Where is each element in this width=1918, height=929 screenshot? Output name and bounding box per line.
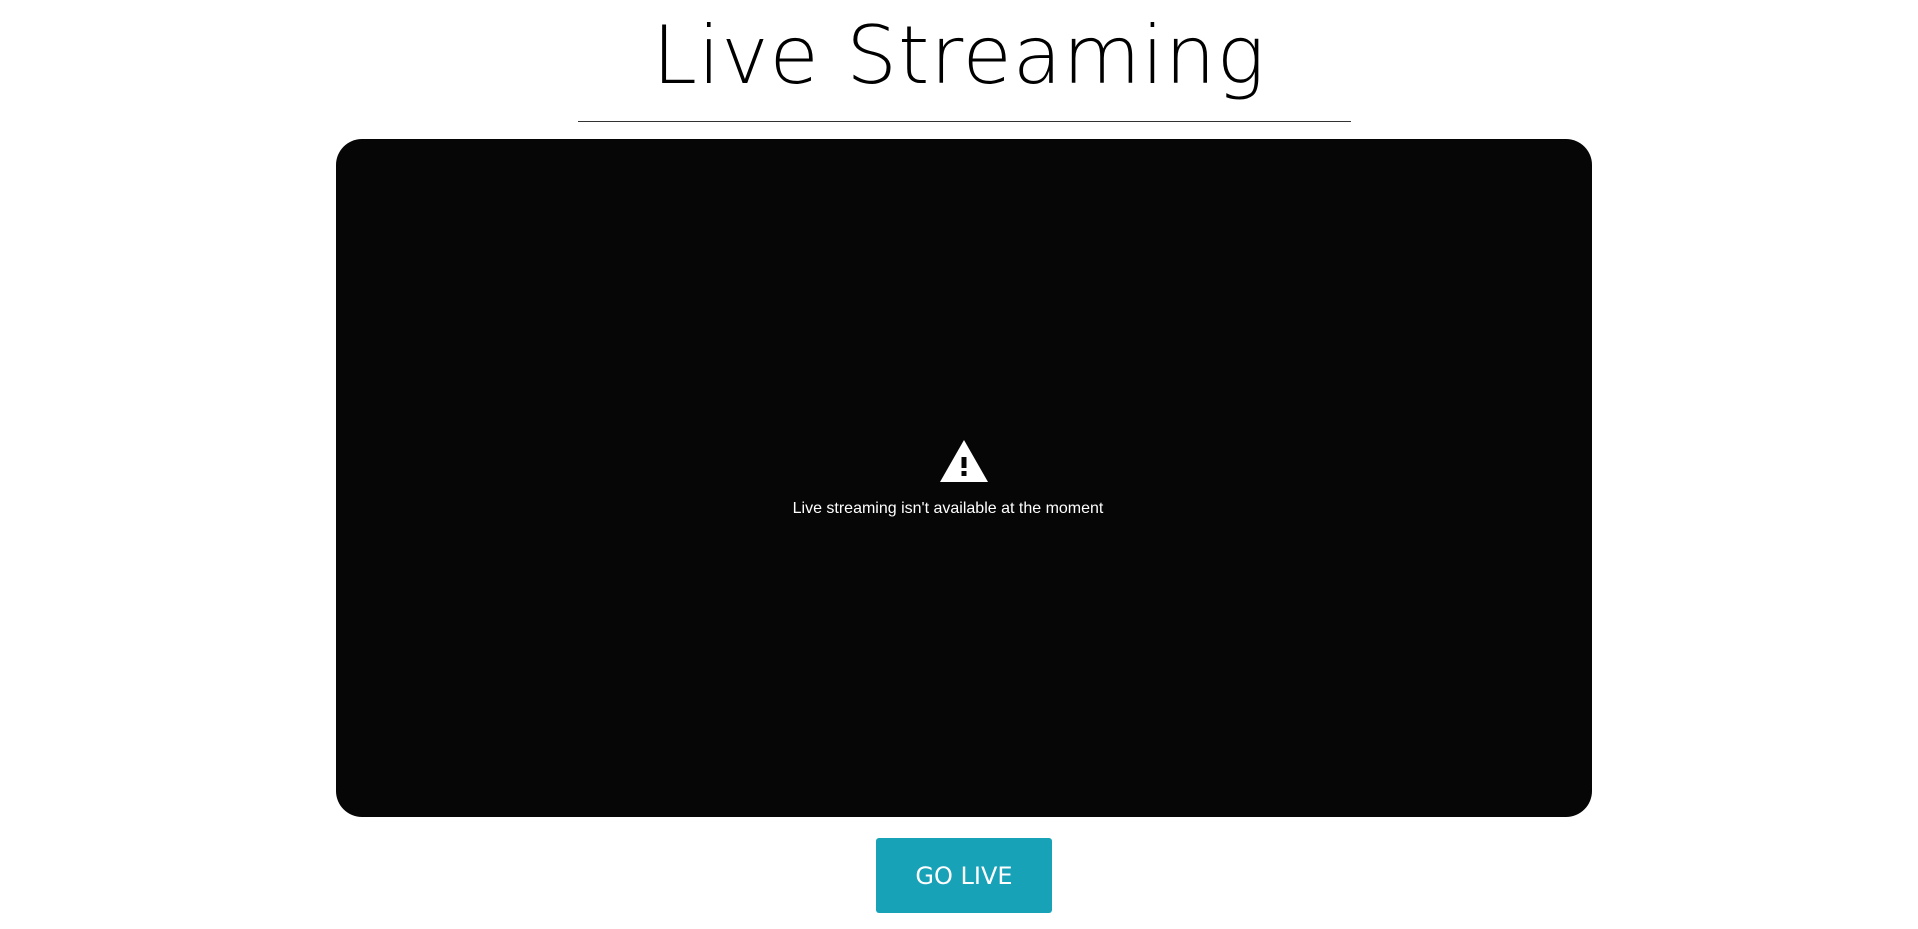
title-divider — [578, 121, 1351, 122]
go-live-button[interactable]: GO LIVE — [876, 838, 1052, 913]
video-error-message: Live streaming isn't available at the mo… — [792, 500, 1104, 517]
video-error-overlay: Live streaming isn't available at the mo… — [336, 439, 1592, 519]
page-title: Live Streaming — [652, 9, 1266, 102]
warning-icon — [939, 439, 989, 483]
video-player[interactable]: Live streaming isn't available at the mo… — [336, 139, 1592, 817]
